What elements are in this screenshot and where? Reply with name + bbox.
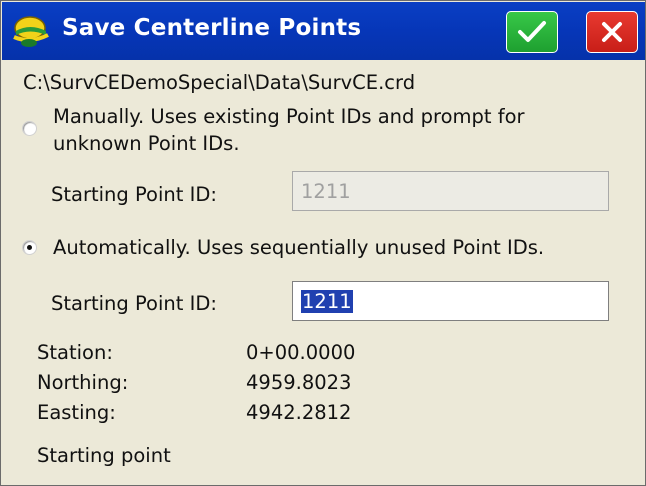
station-value: 0+00.0000: [246, 341, 356, 364]
close-icon: [602, 22, 622, 42]
auto-starting-point-label: Starting Point ID:: [51, 292, 217, 315]
station-label: Station:: [37, 341, 113, 364]
auto-starting-point-value[interactable]: 1211: [301, 289, 353, 313]
manual-option-line2[interactable]: unknown Point IDs.: [53, 130, 240, 157]
file-path: C:\SurvCEDemoSpecial\Data\SurvCE.crd: [23, 71, 416, 94]
manual-radio[interactable]: [22, 121, 37, 136]
radio-selected-dot: [27, 245, 32, 250]
dialog-window: Save Centerline Points C:\SurvCEDemoSpec…: [0, 0, 646, 486]
title-bar: Save Centerline Points: [2, 2, 645, 60]
manual-starting-point-value: 1211: [301, 179, 351, 203]
status-text: Starting point: [37, 444, 171, 467]
auto-starting-point-input[interactable]: 1211: [292, 281, 609, 321]
auto-radio[interactable]: [22, 240, 37, 255]
northing-value: 4959.8023: [246, 371, 352, 394]
manual-option-line1[interactable]: Manually. Uses existing Point IDs and pr…: [53, 103, 525, 130]
easting-value: 4942.2812: [246, 401, 352, 424]
window-title: Save Centerline Points: [62, 15, 362, 41]
manual-starting-point-label: Starting Point ID:: [51, 183, 217, 206]
checkmark-icon: [518, 21, 546, 42]
easting-label: Easting:: [37, 401, 116, 424]
auto-option-label[interactable]: Automatically. Uses sequentially unused …: [53, 234, 544, 261]
surveyor-helmet-icon: [13, 16, 49, 47]
manual-starting-point-input: 1211: [292, 171, 609, 211]
ok-button[interactable]: [506, 11, 558, 53]
northing-label: Northing:: [37, 371, 129, 394]
close-button[interactable]: [586, 11, 638, 53]
